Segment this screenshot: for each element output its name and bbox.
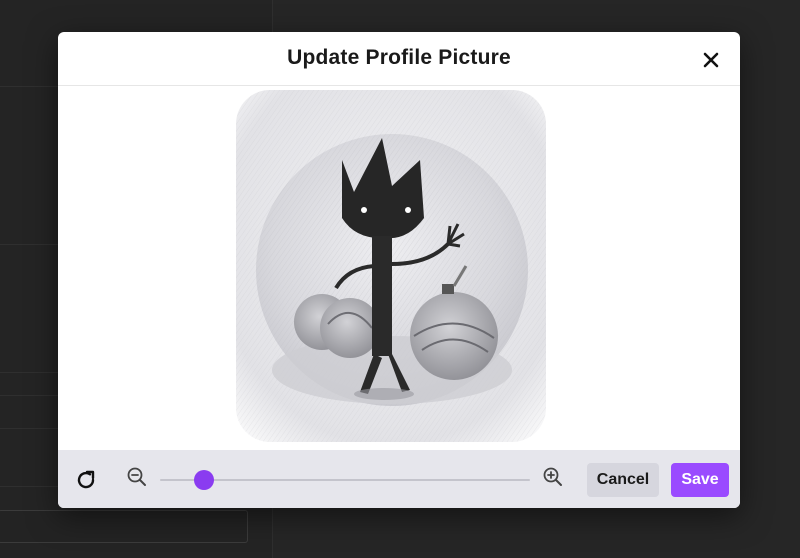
zoom-in-icon (543, 467, 562, 486)
background-input (0, 510, 248, 543)
zoom-slider-thumb[interactable] (194, 470, 215, 490)
zoom-in-button[interactable] (542, 466, 564, 488)
zoom-out-button[interactable] (126, 466, 148, 488)
rotate-button[interactable] (74, 468, 98, 492)
zoom-out-icon (127, 467, 146, 486)
rotate-icon (77, 470, 95, 489)
close-button[interactable] (700, 49, 722, 71)
crop-toolbar: Cancel Save (58, 450, 740, 508)
dialog-header: Update Profile Picture (58, 32, 740, 86)
image-crop-area[interactable] (58, 86, 740, 450)
close-icon (703, 52, 719, 68)
zoom-slider-track (160, 479, 530, 481)
save-button[interactable]: Save (671, 463, 729, 497)
dialog-title: Update Profile Picture (287, 46, 511, 69)
profile-photo (236, 90, 546, 442)
update-profile-picture-dialog: Update Profile Picture Cancel Save (58, 32, 740, 508)
zoom-slider[interactable] (160, 470, 530, 490)
cancel-button[interactable]: Cancel (587, 463, 659, 497)
